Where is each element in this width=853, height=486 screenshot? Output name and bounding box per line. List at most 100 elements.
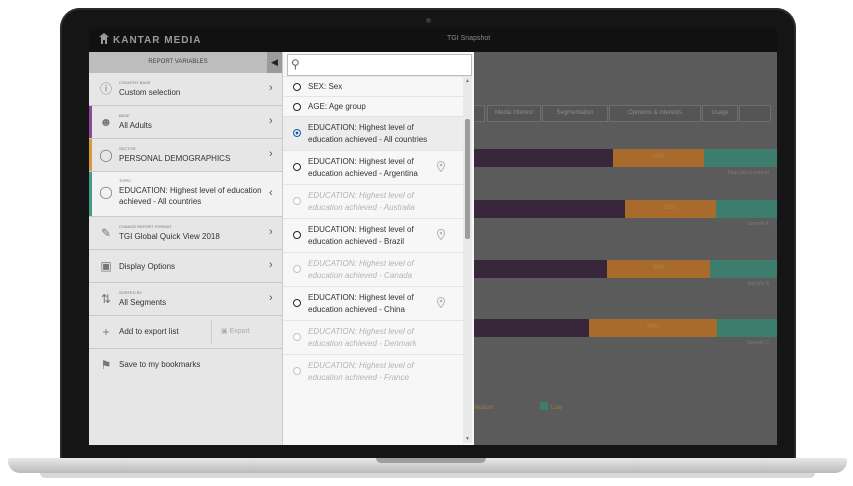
plus-icon[interactable]: + [99,325,113,339]
bg-row-note: Sample C [747,340,769,346]
chevron-right-icon: › [269,115,273,127]
option-label: EDUCATION: Highest level of education ac… [308,123,428,144]
dropdown-option[interactable]: EDUCATION: Highest level of education ac… [283,150,463,185]
display-options-item[interactable]: ▣ Display Options › [89,250,282,283]
search-box[interactable]: ⚲ [287,54,472,76]
base-item[interactable]: ☻ BASE All Adults › [89,106,282,139]
dropdown-option[interactable]: EDUCATION: Highest level of education ac… [283,218,463,253]
item-value: TGI Global Quick View 2018 [119,232,220,241]
bg-bar-row: 29% [473,149,777,167]
sector-item[interactable]: ◯ SECTOR PERSONAL DEMOGRAPHICS › [89,139,282,172]
lock-icon: ▣ [221,328,230,335]
bg-row-note: Sample B [747,281,769,287]
export-label: Export [229,328,250,335]
item-caption: BASE [119,113,130,118]
dropdown-option[interactable]: EDUCATION: Highest level of education ac… [283,116,463,151]
item-value: All Segments [119,298,167,307]
bg-bar-label: 33% [652,265,665,271]
option-label: EDUCATION: Highest level of education ac… [308,225,414,246]
app-title: TGI Snapshot [447,35,491,42]
accent-bar [89,139,92,171]
item-value: All Adults [119,121,152,130]
bg-tab [473,105,485,122]
dropdown-option: EDUCATION: Highest level of education ac… [283,184,463,219]
search-icon: ⚲ [291,57,300,71]
item-caption: COUNTRY BASE [119,80,151,85]
option-label: EDUCATION: Highest level of education ac… [308,259,414,280]
chevron-right-icon: › [269,292,273,304]
item-caption: CHANGE REPORT FORMAT [119,224,172,229]
bg-bar-row: 39% [473,319,777,337]
logo-text: KANTAR MEDIA [113,35,202,46]
chevron-right-icon: › [269,148,273,160]
option-label: EDUCATION: Highest level of education ac… [308,157,418,178]
scroll-up-icon[interactable]: ▲ [465,78,470,84]
radio-button[interactable] [293,103,301,111]
dropdown-option[interactable]: EDUCATION: Highest level of education ac… [283,286,463,321]
chevron-right-icon: › [269,226,273,238]
divider [211,320,212,344]
option-label: EDUCATION: Highest level of education ac… [308,191,415,212]
bg-row-note: Total (all countries) [727,170,769,176]
report-format-item[interactable]: ✎ CHANGE REPORT FORMAT TGI Global Quick … [89,217,282,250]
bg-legend-low: Low [540,402,562,411]
kantar-logo-icon [99,33,109,44]
option-label: EDUCATION: Highest level of education ac… [308,327,417,348]
radio-button[interactable] [293,299,301,307]
location-pin-icon [437,297,445,308]
legend-swatch [540,402,548,410]
globe-icon: ⓘ [99,82,112,96]
accent-bar [89,106,92,138]
bg-bar-row: 31% [473,200,777,218]
item-value: Display Options [119,262,176,271]
bookmark-row[interactable]: ⚑ Save to my bookmarks [89,349,282,381]
radio-button[interactable] [293,83,301,91]
radio-button[interactable] [293,163,301,171]
bg-bar-label: 39% [647,324,660,330]
radio-button[interactable] [293,129,301,137]
item-caption: SORTED BY [119,290,143,295]
radio-button [293,367,301,375]
dropdown-option: EDUCATION: Highest level of education ac… [283,354,463,389]
item-value: PERSONAL DEMOGRAPHICS [119,154,231,163]
item-caption: SECTOR [119,146,136,151]
app-header: KANTAR MEDIA TGI Snapshot [89,28,777,52]
bg-bar-segment [473,200,625,218]
bg-bar-segment [473,319,589,337]
bg-bar-segment [716,200,777,218]
sort-icon: ⇅ [100,292,112,306]
chevron-left-icon: ‹ [269,187,273,199]
camera-icon [426,18,431,23]
category-icon: ◯ [99,148,113,162]
dropdown-option[interactable]: AGE: Age group [283,96,463,117]
option-label: AGE: Age group [308,102,366,111]
laptop-notch [376,458,486,463]
laptop-shadow [40,473,815,478]
scrollbar-thumb[interactable] [465,119,470,239]
sorted-by-item[interactable]: ⇅ SORTED BY All Segments › [89,283,282,316]
bg-tab: Media Interest [487,105,541,122]
bg-tab: Segmentation [542,105,608,122]
bg-tab [739,105,771,122]
export-row: + Add to export list ▣ Export [89,316,282,349]
save-bookmarks-button[interactable]: Save to my bookmarks [119,360,200,369]
topic-item[interactable]: ◯ TOPIC EDUCATION: Highest level of educ… [89,172,282,217]
search-input[interactable] [306,58,470,74]
bg-bar-label: 31% [664,205,677,211]
dropdown-option[interactable]: SEX: Sex [283,76,463,97]
scroll-down-icon[interactable]: ▼ [465,436,470,442]
item-value: Custom selection [119,88,181,97]
radio-button[interactable] [293,231,301,239]
chevron-right-icon: › [269,259,273,271]
bg-bar-segment [710,260,777,278]
chevron-right-icon: › [269,82,273,94]
add-to-export-button[interactable]: Add to export list [119,327,179,336]
location-pin-icon [437,229,445,240]
bg-bar-row: 33% [473,260,777,278]
country-base-item[interactable]: ⓘ COUNTRY BASE Custom selection › [89,73,282,106]
option-label: SEX: Sex [308,82,343,91]
chevron-left-icon: ◀ [271,57,278,67]
export-button[interactable]: ▣ Export [221,327,250,335]
collapse-panel-button[interactable]: ◀ [267,52,282,73]
logo[interactable]: KANTAR MEDIA [99,33,201,46]
